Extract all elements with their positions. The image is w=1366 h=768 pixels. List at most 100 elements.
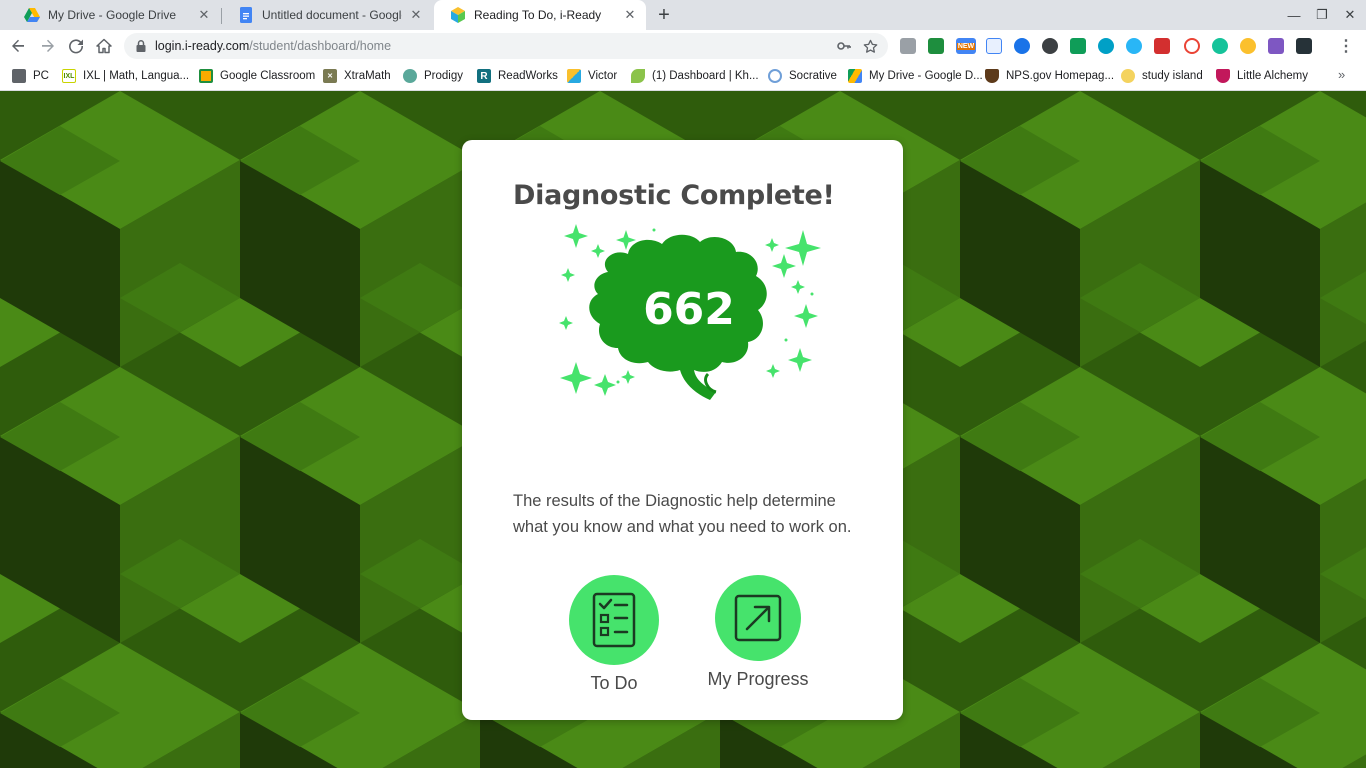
url-host: login.i-ready.com [155, 39, 250, 53]
extension-cast-icon[interactable] [1070, 38, 1086, 54]
diagnostic-score: 662 [643, 284, 735, 335]
page-content: Diagnostic Complete! 662 The results of … [0, 91, 1366, 768]
more-bookmarks-icon[interactable]: » [1338, 67, 1345, 82]
khan-academy-icon [631, 69, 645, 83]
extension-globe-icon[interactable] [1098, 38, 1114, 54]
grammarly-icon[interactable] [1212, 38, 1228, 54]
close-tab-icon[interactable]: ✕ [196, 7, 212, 23]
extension-shield-icon[interactable] [1014, 38, 1030, 54]
bookmark-label: NPS.gov Homepag... [1006, 70, 1115, 82]
extension-guard-icon[interactable] [1042, 38, 1058, 54]
bookmark-readworks[interactable]: R ReadWorks [477, 67, 558, 85]
to-do-label: To Do [590, 673, 638, 693]
readworks-icon: R [477, 69, 491, 83]
checklist-icon [592, 592, 636, 648]
home-icon [96, 38, 112, 54]
bookmark-label: PC [33, 70, 49, 82]
bookmark-label: (1) Dashboard | Kh... [652, 70, 759, 82]
iready-icon [567, 69, 581, 83]
bookmark-google-classroom[interactable]: Google Classroom [199, 67, 315, 85]
key-icon[interactable] [836, 38, 852, 54]
google-drive-icon [24, 7, 40, 23]
bookmark-label: Google Classroom [220, 70, 316, 82]
bookmark-xtramath[interactable]: ✕ XtraMath [323, 67, 391, 85]
my-progress-label: My Progress [707, 669, 809, 689]
prodigy-icon [403, 69, 417, 83]
url-text: login.i-ready.com/student/dashboard/home [155, 39, 391, 53]
bookmark-label: IXL | Math, Langua... [83, 70, 190, 82]
extension-copy-icon[interactable] [900, 38, 916, 54]
to-do-circle[interactable] [569, 575, 659, 665]
reload-button[interactable] [64, 34, 88, 58]
nps-icon [985, 69, 999, 83]
star-icon[interactable] [862, 38, 878, 54]
ixl-icon: IXL [62, 69, 76, 83]
reload-icon [69, 39, 84, 54]
bookmark-my-drive[interactable]: My Drive - Google D... [848, 67, 983, 85]
page-title: Diagnostic Complete! [513, 180, 835, 211]
xtramath-icon: ✕ [323, 69, 337, 83]
bookmark-khan-academy[interactable]: (1) Dashboard | Kh... [631, 67, 759, 85]
bookmark-study-island[interactable]: study island [1121, 67, 1203, 85]
google-docs-icon [238, 7, 254, 23]
google-classroom-icon [199, 69, 213, 83]
arrow-right-icon [42, 39, 54, 52]
socrative-icon [768, 69, 782, 83]
little-alchemy-icon [1216, 69, 1230, 83]
extension-face-icon[interactable] [1240, 38, 1256, 54]
home-button[interactable] [92, 34, 116, 58]
lock-icon [136, 40, 146, 52]
extension-spiral-icon[interactable] [1184, 38, 1200, 54]
extension-pen-icon[interactable] [1126, 38, 1142, 54]
diagnostic-description: The results of the Diagnostic help deter… [513, 492, 852, 536]
minimize-icon[interactable]: — [1280, 0, 1308, 30]
iready-icon [450, 7, 466, 23]
arrow-left-icon [12, 39, 24, 52]
close-tab-icon[interactable]: ✕ [622, 7, 638, 23]
bookmark-label: Victor [588, 70, 618, 82]
tab-iready[interactable]: Reading To Do, i-Ready ✕ [434, 0, 646, 30]
arrow-up-right-icon [734, 594, 782, 642]
more-menu-icon[interactable]: ⋮ [1338, 36, 1354, 56]
tab-strip: My Drive - Google Drive ✕ Untitled docum… [0, 0, 1366, 30]
tab-google-drive[interactable]: My Drive - Google Drive ✕ [8, 0, 220, 30]
extension-classroom-icon[interactable] [928, 38, 944, 54]
close-tab-icon[interactable]: ✕ [408, 7, 424, 23]
tab-google-docs[interactable]: Untitled document - Google Docs ✕ [222, 0, 432, 30]
study-island-icon [1121, 69, 1135, 83]
extension-puzzle-icon[interactable] [1268, 38, 1284, 54]
to-do-button[interactable]: To Do [554, 575, 674, 694]
diagnostic-result-card: Diagnostic Complete! 662 The results of … [462, 140, 903, 720]
bookmark-ixl[interactable]: IXL IXL | Math, Langua... [62, 67, 189, 85]
bookmarks-bar: PC IXL IXL | Math, Langua... Google Clas… [0, 62, 1366, 91]
my-progress-circle[interactable] [715, 575, 801, 661]
back-button[interactable] [6, 34, 30, 58]
bookmark-label: ReadWorks [498, 70, 558, 82]
bookmark-label: My Drive - Google D... [869, 70, 983, 82]
browser-toolbar: login.i-ready.com/student/dashboard/home… [0, 30, 1366, 62]
bookmark-socrative[interactable]: Socrative [768, 67, 837, 85]
extension-red-icon[interactable] [1154, 38, 1170, 54]
tab-title: Untitled document - Google Docs [262, 8, 402, 22]
bookmark-label: Prodigy [424, 70, 463, 82]
restore-icon[interactable]: ❐ [1308, 0, 1336, 30]
new-badge: NEW [956, 42, 976, 50]
close-window-icon[interactable]: ✕ [1336, 0, 1364, 30]
bookmark-prodigy[interactable]: Prodigy [403, 67, 463, 85]
address-bar[interactable]: login.i-ready.com/student/dashboard/home [124, 33, 888, 59]
bookmark-little-alchemy[interactable]: Little Alchemy [1216, 67, 1308, 85]
bookmark-label: Socrative [789, 70, 837, 82]
extension-new-icon[interactable]: NEW [956, 38, 976, 54]
bookmark-victor[interactable]: Victor [567, 67, 617, 85]
tab-title: Reading To Do, i-Ready [474, 8, 602, 22]
my-progress-button[interactable]: My Progress [698, 575, 818, 690]
google-drive-icon [848, 69, 862, 83]
bookmark-pc[interactable]: PC [12, 67, 49, 85]
bookmark-label: study island [1142, 70, 1203, 82]
bookmark-nps[interactable]: NPS.gov Homepag... [985, 67, 1114, 85]
extension-notes-icon[interactable] [986, 38, 1002, 54]
bookmark-label: XtraMath [344, 70, 391, 82]
new-tab-button[interactable]: + [652, 3, 676, 27]
forward-button[interactable] [36, 34, 60, 58]
extension-dark-icon[interactable] [1296, 38, 1312, 54]
